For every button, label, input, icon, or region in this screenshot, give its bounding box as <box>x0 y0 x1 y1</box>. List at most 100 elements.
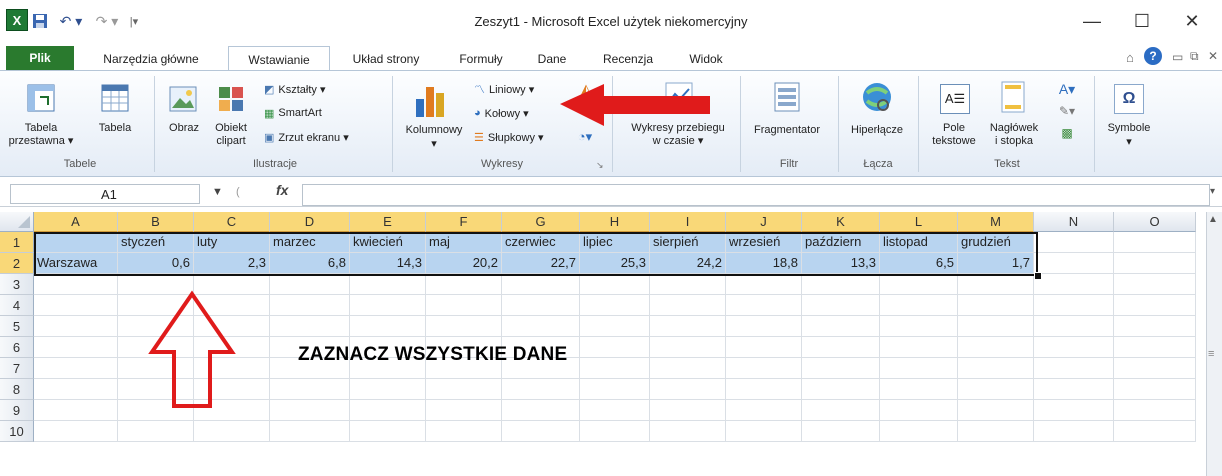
column-header[interactable]: A <box>34 212 118 232</box>
line-chart-button[interactable]: 〽 Liniowy ▾ <box>474 80 534 98</box>
pivot-table-icon[interactable] <box>26 82 56 114</box>
cell[interactable]: październ <box>802 232 880 253</box>
cell[interactable] <box>802 337 880 358</box>
cell[interactable]: lipiec <box>580 232 650 253</box>
cell[interactable]: sierpień <box>650 232 726 253</box>
cell[interactable] <box>118 421 194 442</box>
cell[interactable] <box>1114 232 1196 253</box>
cell[interactable] <box>650 337 726 358</box>
signature-line-icon[interactable]: ✎▾ <box>1054 102 1080 120</box>
formula-cancel-icon[interactable]: ( <box>236 186 240 198</box>
wordart-icon[interactable]: A▾ <box>1054 80 1080 98</box>
cell[interactable] <box>34 316 118 337</box>
symbols-dropdown-icon[interactable]: ▾ <box>1123 136 1135 149</box>
cell[interactable] <box>1034 337 1114 358</box>
cell[interactable] <box>1034 295 1114 316</box>
cell[interactable]: listopad <box>880 232 958 253</box>
column-chart-dropdown-icon[interactable]: ▾ <box>428 138 440 151</box>
cell[interactable] <box>194 421 270 442</box>
cell[interactable] <box>270 421 350 442</box>
bar-chart-button[interactable]: ☰ Słupkowy ▾ <box>474 128 544 146</box>
cell[interactable] <box>270 400 350 421</box>
cell[interactable] <box>958 274 1034 295</box>
cell[interactable]: czerwiec <box>502 232 580 253</box>
cell[interactable] <box>1034 421 1114 442</box>
help-icon[interactable]: ? <box>1144 47 1162 65</box>
cell[interactable] <box>1114 358 1196 379</box>
row-header[interactable]: 7 <box>0 358 34 379</box>
cell[interactable]: 25,3 <box>580 253 650 274</box>
header-footer-label[interactable]: Nagłówek i stopka <box>984 122 1044 148</box>
cell[interactable]: 0,6 <box>118 253 194 274</box>
object-icon[interactable]: ▩ <box>1054 124 1080 142</box>
cell[interactable] <box>880 400 958 421</box>
cell[interactable] <box>502 274 580 295</box>
cell[interactable] <box>502 316 580 337</box>
picture-icon[interactable] <box>168 84 198 114</box>
cell[interactable] <box>1114 274 1196 295</box>
tab-page-layout[interactable]: Układ strony <box>336 48 436 70</box>
cell[interactable] <box>1114 421 1196 442</box>
cell[interactable]: 2,3 <box>194 253 270 274</box>
cell[interactable] <box>880 358 958 379</box>
hyperlink-icon[interactable] <box>860 80 894 114</box>
cell[interactable]: Warszawa <box>34 253 118 274</box>
cell[interactable] <box>270 295 350 316</box>
cell[interactable] <box>580 358 650 379</box>
column-header[interactable]: F <box>426 212 502 232</box>
textbox-icon[interactable]: A☰ <box>940 84 970 114</box>
cell[interactable] <box>270 274 350 295</box>
cell[interactable]: styczeń <box>118 232 194 253</box>
cell[interactable] <box>34 337 118 358</box>
cell[interactable] <box>726 316 802 337</box>
clipart-icon[interactable] <box>216 84 246 114</box>
minimize-button[interactable]: — <box>1070 8 1114 34</box>
cell[interactable] <box>34 295 118 316</box>
cell[interactable] <box>580 316 650 337</box>
column-chart-label[interactable]: Kolumnowy <box>398 124 470 137</box>
cell[interactable] <box>580 379 650 400</box>
row-header[interactable]: 5 <box>0 316 34 337</box>
row-header[interactable]: 8 <box>0 379 34 400</box>
screenshot-button[interactable]: ▣ Zrzut ekranu ▾ <box>264 128 349 146</box>
header-footer-icon[interactable] <box>1000 80 1026 114</box>
scroll-up-icon[interactable]: ▲ <box>1208 214 1218 225</box>
cell[interactable] <box>580 400 650 421</box>
column-header[interactable]: K <box>802 212 880 232</box>
tab-review[interactable]: Recenzja <box>588 48 668 70</box>
row-header[interactable]: 10 <box>0 421 34 442</box>
cell[interactable]: 24,2 <box>650 253 726 274</box>
cell[interactable] <box>650 295 726 316</box>
cell[interactable] <box>426 400 502 421</box>
cell[interactable] <box>880 379 958 400</box>
charts-dialog-launcher-icon[interactable]: ↘ <box>596 160 604 171</box>
textbox-label[interactable]: Pole tekstowe <box>924 122 984 148</box>
cell[interactable] <box>802 421 880 442</box>
cell[interactable] <box>502 421 580 442</box>
cell[interactable] <box>426 295 502 316</box>
cell[interactable] <box>958 358 1034 379</box>
cell[interactable]: grudzień <box>958 232 1034 253</box>
row-header[interactable]: 4 <box>0 295 34 316</box>
cell[interactable] <box>1034 253 1114 274</box>
cell[interactable] <box>1034 400 1114 421</box>
maximize-button[interactable]: ☐ <box>1120 8 1164 34</box>
cell[interactable] <box>1034 316 1114 337</box>
cell[interactable] <box>426 316 502 337</box>
cell[interactable] <box>958 421 1034 442</box>
cell[interactable] <box>502 400 580 421</box>
cell[interactable] <box>650 358 726 379</box>
cell[interactable] <box>726 274 802 295</box>
tab-file[interactable]: Plik <box>6 46 74 70</box>
cell[interactable]: 1,7 <box>958 253 1034 274</box>
cell[interactable] <box>350 295 426 316</box>
cell[interactable]: marzec <box>270 232 350 253</box>
cell[interactable] <box>502 295 580 316</box>
cell[interactable] <box>880 295 958 316</box>
column-header[interactable]: E <box>350 212 426 232</box>
cell[interactable] <box>650 400 726 421</box>
cell[interactable]: 22,7 <box>502 253 580 274</box>
cell[interactable] <box>426 379 502 400</box>
column-header[interactable]: O <box>1114 212 1196 232</box>
slicer-icon[interactable] <box>772 80 802 114</box>
